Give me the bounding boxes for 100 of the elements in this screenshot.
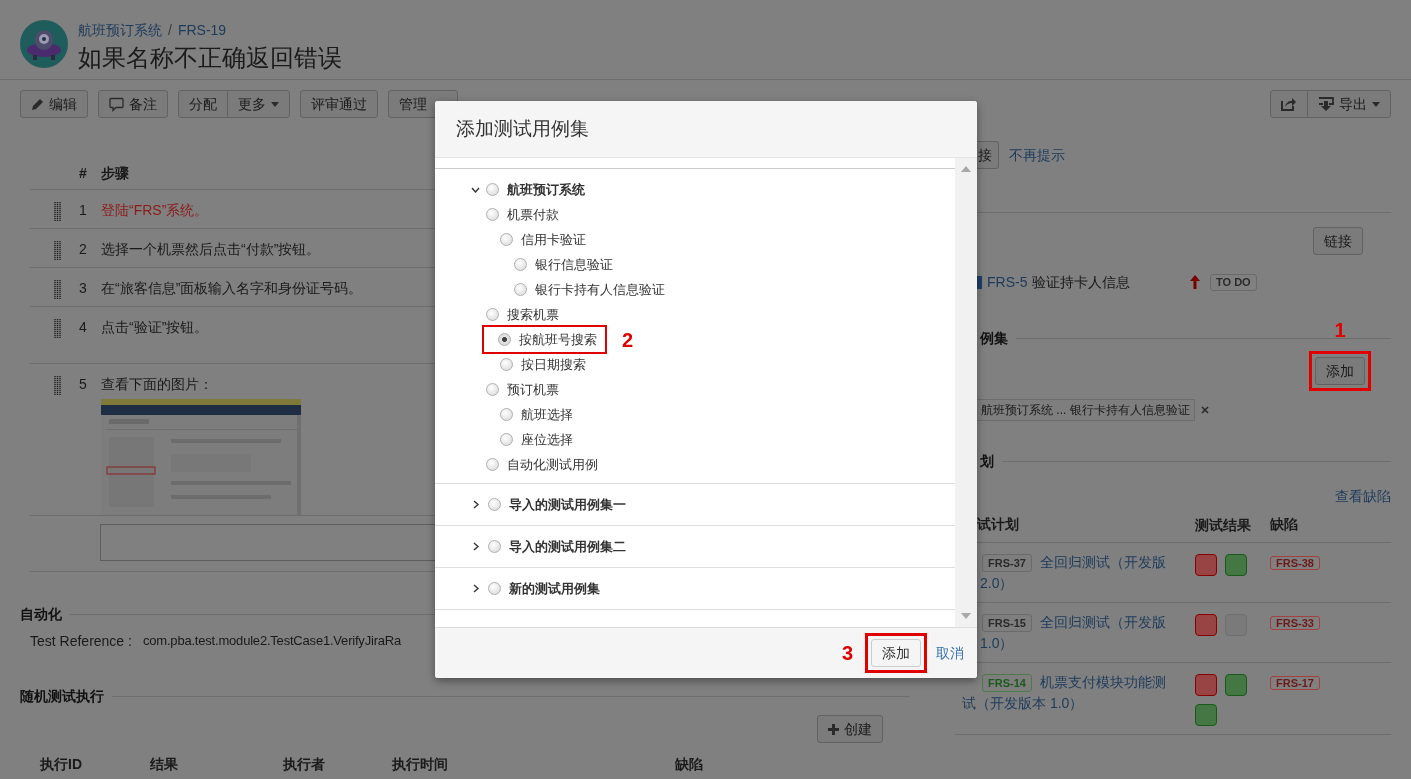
tree-item-label[interactable]: 导入的测试用例集二 — [509, 536, 626, 557]
section-heading: 划 — [980, 452, 994, 471]
toolbar-button[interactable]: 分配 — [178, 90, 228, 118]
add-button[interactable]: 添加 — [1315, 357, 1365, 385]
cancel-link[interactable]: 取消 — [936, 642, 964, 664]
column-header: 步骤 — [101, 165, 129, 181]
radio-button[interactable] — [488, 582, 501, 595]
tree-item-label[interactable]: 搜索机票 — [507, 304, 559, 325]
result-square[interactable] — [1225, 554, 1247, 576]
column-header: 结果 — [150, 755, 179, 774]
chevron-right-icon[interactable] — [473, 542, 479, 551]
step-number: 2 — [79, 240, 88, 259]
toolbar-button[interactable]: 备注 — [98, 90, 168, 118]
defect-badge[interactable]: FRS-33 — [1270, 616, 1320, 630]
column-header: 执行ID — [40, 755, 83, 774]
step-text: 登陆“FRS”系统。 — [101, 202, 209, 218]
radio-button[interactable] — [488, 498, 501, 511]
toolbar-button[interactable]: 评审通过 — [300, 90, 378, 118]
tree-item-label[interactable]: 航班预订系统 — [507, 179, 585, 200]
plan-link[interactable]: 全回归测试（开发版 — [1039, 552, 1166, 573]
tree-item-label[interactable]: 座位选择 — [521, 429, 573, 450]
status-label: TO DO — [1210, 273, 1257, 291]
tree-item-label[interactable]: 航班选择 — [521, 404, 573, 425]
radio-button[interactable] — [514, 283, 527, 296]
add-button[interactable]: 添加 — [871, 639, 921, 667]
radio-button[interactable] — [500, 233, 513, 246]
tree-item-label[interactable]: 银行信息验证 — [535, 254, 613, 275]
plus-icon — [828, 723, 839, 735]
project-avatar — [20, 20, 68, 68]
share-button[interactable] — [1270, 90, 1308, 118]
result-square[interactable] — [1225, 674, 1247, 696]
tree-item-label[interactable]: 预订机票 — [507, 379, 559, 400]
create-button[interactable]: 创建 — [817, 715, 883, 743]
column-header: 执行时间 — [392, 755, 449, 774]
drag-handle-icon[interactable] — [54, 376, 61, 395]
result-square[interactable] — [1195, 704, 1217, 726]
pencil-icon — [31, 97, 44, 111]
step-text: 在“旅客信息”面板输入名字和身份证号码。 — [101, 280, 363, 296]
link-button[interactable]: 接 — [977, 141, 999, 169]
radio-button[interactable] — [486, 183, 499, 196]
tree-item-label[interactable]: 银行卡持有人信息验证 — [535, 279, 665, 300]
plan-key-badge[interactable]: FRS-15 — [982, 613, 1032, 632]
radio-button[interactable] — [488, 540, 501, 553]
radio-button[interactable] — [500, 408, 513, 421]
defect-badge[interactable]: FRS-38 — [1270, 556, 1320, 570]
export-button[interactable]: 导出 — [1307, 90, 1391, 118]
scroll-down-icon[interactable] — [961, 613, 971, 619]
radio-button[interactable] — [486, 458, 499, 471]
result-square[interactable] — [1195, 674, 1217, 696]
tree-item-label[interactable]: 自动化测试用例 — [507, 454, 598, 475]
scrollbar[interactable] — [955, 158, 977, 627]
page-title: 如果名称不正确返回错误 — [78, 43, 342, 73]
chevron-down-icon[interactable] — [471, 186, 480, 193]
chevron-right-icon[interactable] — [473, 584, 479, 593]
drag-handle-icon[interactable] — [54, 241, 61, 260]
step-text: 点击“验证”按钮。 — [101, 319, 209, 335]
issue-summary: 验证持卡人信息 — [1032, 272, 1131, 292]
plan-link[interactable]: 全回归测试（开发版 — [1039, 612, 1166, 633]
tree-item-label[interactable]: 新的测试用例集 — [509, 578, 600, 599]
view-defects-link[interactable]: 查看缺陷 — [1335, 486, 1391, 507]
defect-badge[interactable]: FRS-17 — [1270, 676, 1320, 690]
radio-button[interactable] — [486, 308, 499, 321]
plan-link[interactable]: 机票支付模块功能测 — [1039, 672, 1166, 693]
column-header: 缺陷 — [1270, 516, 1298, 532]
tree-item-label[interactable]: 按日期搜索 — [521, 354, 586, 375]
drag-handle-icon[interactable] — [54, 202, 61, 221]
result-square[interactable] — [1195, 554, 1217, 576]
step-number: 4 — [79, 318, 88, 337]
chevron-right-icon[interactable] — [473, 500, 479, 509]
tree-item-label[interactable]: 按航班号搜索 — [519, 329, 597, 350]
link-button[interactable]: 链接 — [1313, 227, 1363, 255]
radio-button[interactable] — [486, 383, 499, 396]
step-text: 查看下面的图片： — [101, 376, 213, 392]
radio-button[interactable] — [500, 358, 513, 371]
tree-item-label[interactable]: 信用卡验证 — [521, 229, 586, 250]
share-icon — [1281, 97, 1297, 111]
dropdown-button[interactable]: 更多 — [227, 90, 290, 118]
tree-item-label[interactable]: 导入的测试用例集一 — [509, 494, 626, 515]
breadcrumb-link[interactable]: 航班预订系统 — [78, 21, 162, 39]
tree-item-label[interactable]: 机票付款 — [507, 204, 559, 225]
radio-button[interactable] — [500, 433, 513, 446]
plan-key-badge[interactable]: FRS-37 — [982, 553, 1032, 572]
issue-link[interactable]: FRS-5 — [987, 271, 1028, 293]
dialog-title: 添加测试用例集 — [456, 116, 589, 141]
breadcrumb-link[interactable]: FRS-19 — [177, 21, 227, 39]
section-heading: 例集 — [980, 329, 1008, 348]
drag-handle-icon[interactable] — [54, 280, 61, 299]
radio-button[interactable] — [514, 258, 527, 271]
radio-button[interactable] — [486, 208, 499, 221]
toolbar-button[interactable]: 编辑 — [20, 90, 88, 118]
radio-button[interactable] — [498, 333, 511, 346]
download-icon — [1318, 96, 1334, 112]
result-square[interactable] — [1195, 614, 1217, 636]
step-number: 3 — [79, 279, 88, 298]
caret-icon — [271, 101, 279, 107]
dismiss-link[interactable]: 不再提示 — [1009, 144, 1065, 166]
scroll-up-icon[interactable] — [961, 166, 971, 172]
plan-link[interactable]: 试（开发版本 1.0） — [962, 693, 1195, 714]
drag-handle-icon[interactable] — [54, 319, 61, 338]
remove-icon[interactable] — [1200, 406, 1209, 414]
